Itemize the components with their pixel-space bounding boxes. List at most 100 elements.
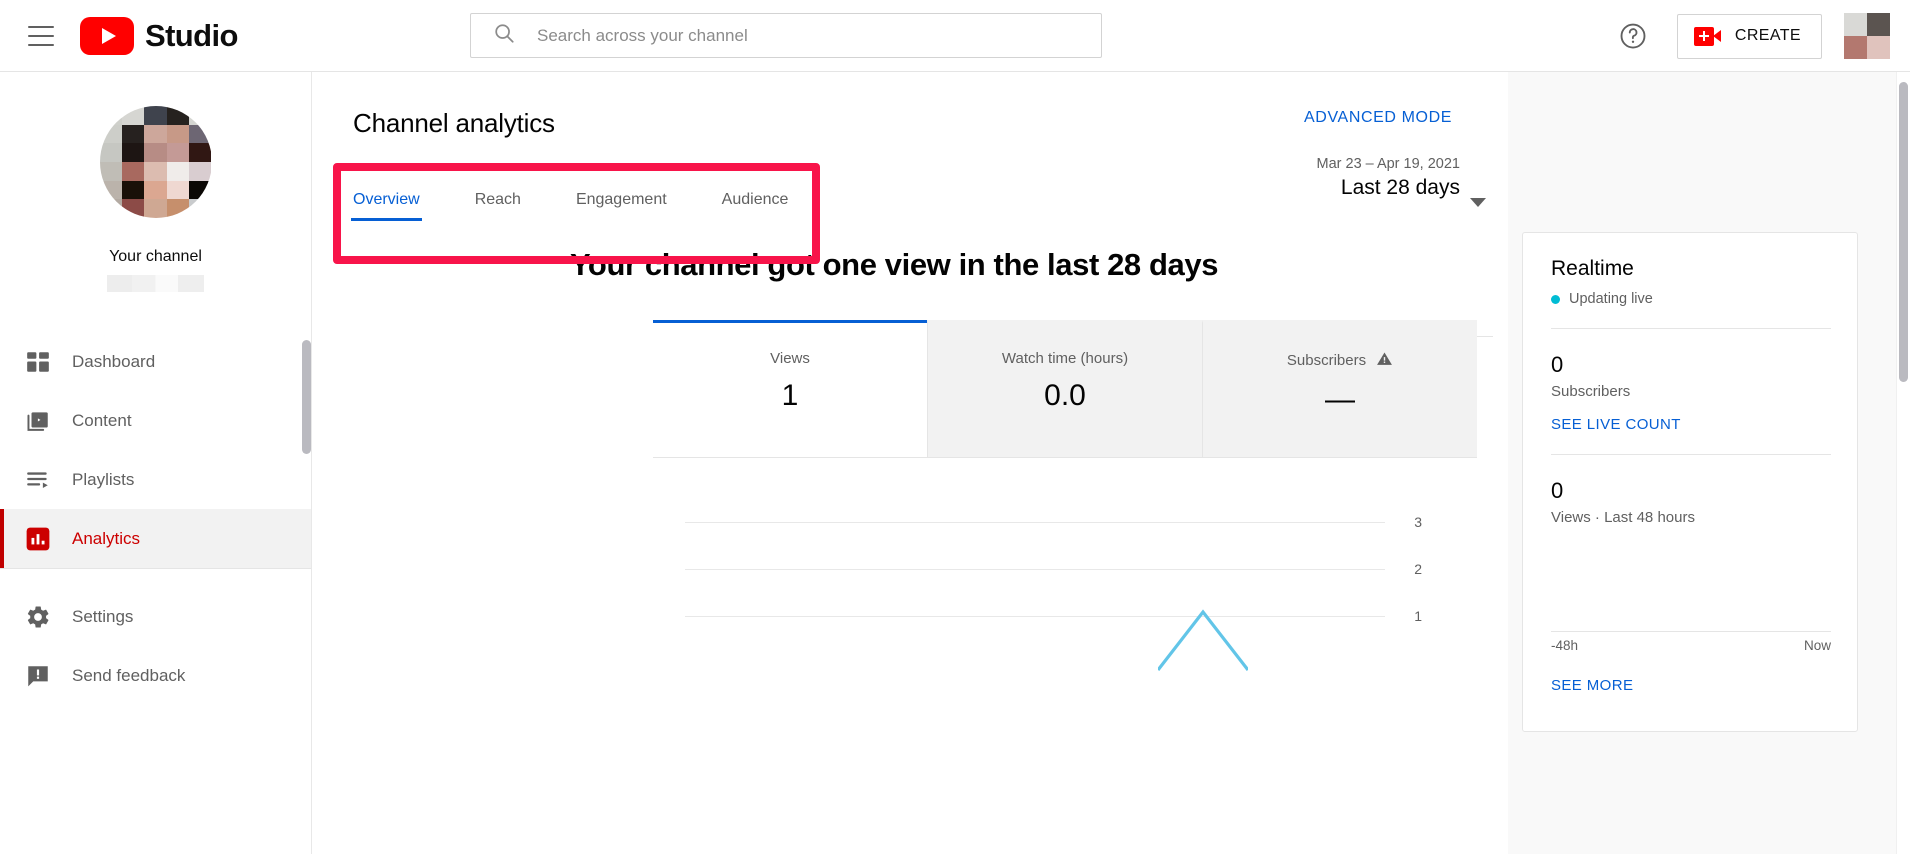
tab-label: Reach (474, 191, 521, 208)
metric-label: Subscribers (1203, 350, 1477, 371)
create-button[interactable]: CREATE (1676, 13, 1822, 59)
channel-avatar[interactable] (99, 106, 212, 218)
realtime-axis: -48h Now (1551, 638, 1831, 653)
realtime-subscribers-label: Subscribers (1551, 383, 1631, 400)
video-plus-icon (1693, 26, 1721, 46)
date-preset-text: Last 28 days (1340, 176, 1460, 199)
warning-icon[interactable] (1376, 350, 1393, 371)
gear-icon (25, 604, 61, 630)
chart-ytick: 3 (1414, 514, 1422, 530)
channel-label: Your channel (109, 248, 202, 265)
realtime-card: Realtime Updating live 0 Subscribers SEE… (1522, 232, 1858, 732)
divider (1551, 631, 1831, 632)
axis-label-right: Now (1803, 638, 1831, 653)
sidebar: Your channel Dashboard Content Playlists… (0, 72, 312, 854)
realtime-panel: Realtime Updating live 0 Subscribers SEE… (1508, 72, 1910, 854)
sidebar-item-settings[interactable]: Settings (0, 587, 311, 646)
content-video-icon (25, 408, 61, 434)
realtime-title: Realtime (1551, 257, 1634, 280)
chevron-down-icon[interactable] (1470, 198, 1486, 207)
chart-gridline (685, 522, 1385, 523)
youtube-play-icon (80, 16, 134, 55)
sidebar-item-label: Send feedback (72, 665, 186, 685)
see-live-count-link[interactable]: SEE LIVE COUNT (1551, 416, 1831, 433)
tab-label: Overview (353, 191, 420, 208)
live-status-label: Updating live (1569, 291, 1653, 307)
metric-label: Watch time (hours) (928, 350, 1202, 367)
page-scrollbar-thumb[interactable] (1899, 82, 1908, 382)
playlists-icon (25, 467, 61, 493)
chart-ytick: 2 (1414, 561, 1422, 577)
date-range-selector[interactable]: Mar 23 – Apr 19, 2021 Last 28 days (1150, 156, 1461, 200)
metric-card-subscribers[interactable]: Subscribers — (1202, 320, 1477, 457)
tab-engagement[interactable]: Engagement (576, 191, 667, 221)
metric-label-text: Views (770, 350, 810, 367)
metric-card-watch-time[interactable]: Watch time (hours) 0.0 (927, 320, 1202, 457)
analytics-panel: Channel analytics ADVANCED MODE Mar 23 –… (312, 72, 1508, 854)
views-chart[interactable]: 3 2 1 (653, 458, 1477, 718)
tab-overview[interactable]: Overview (351, 191, 422, 221)
tab-reach[interactable]: Reach (475, 191, 521, 221)
chart-ytick: 1 (1414, 608, 1422, 624)
search-input[interactable] (537, 25, 1101, 46)
see-more-link[interactable]: SEE MORE (1551, 677, 1831, 694)
analytics-tabs: Overview Reach Engagement Audience (351, 166, 853, 221)
avatar[interactable] (1844, 13, 1890, 59)
sidebar-nav: Dashboard Content Playlists Analytics Se… (0, 332, 311, 705)
metric-value: — (1325, 383, 1355, 416)
chart-line-series (1158, 609, 1248, 671)
chart-gridline (685, 569, 1385, 570)
metric-label-text: Watch time (hours) (1001, 350, 1129, 367)
page-scrollbar[interactable] (1896, 72, 1910, 854)
sidebar-item-playlists[interactable]: Playlists (0, 450, 311, 509)
tab-label: Engagement (575, 191, 667, 208)
channel-block: Your channel (0, 72, 311, 292)
realtime-live-status: Updating live (1551, 291, 1831, 307)
sidebar-item-content[interactable]: Content (0, 391, 311, 450)
channel-name-redacted (107, 275, 204, 292)
headline: Your channel got one view in the last 28… (569, 247, 1219, 282)
metric-value: 0.0 (1044, 379, 1086, 412)
metric-cards: Views 1 Watch time (hours) 0.0 Subscribe… (653, 320, 1477, 458)
create-button-label: CREATE (1734, 27, 1801, 44)
sidebar-item-label: Content (72, 410, 132, 430)
search-bar[interactable] (470, 13, 1102, 58)
realtime-subscribers-count: 0 (1551, 352, 1564, 377)
help-circle-icon[interactable] (1611, 14, 1655, 58)
sidebar-item-analytics[interactable]: Analytics (0, 509, 311, 568)
axis-label-left: -48h (1551, 638, 1579, 653)
top-bar: Studio CREATE (0, 0, 1910, 72)
tab-label: Audience (721, 191, 789, 208)
realtime-views-count: 0 (1551, 478, 1564, 503)
metric-card-views[interactable]: Views 1 (653, 320, 927, 457)
brand-label: Studio (145, 17, 238, 53)
main-content: Channel analytics ADVANCED MODE Mar 23 –… (312, 72, 1910, 854)
divider (1551, 454, 1831, 455)
metric-label: Views (653, 350, 927, 367)
date-range-text: Mar 23 – Apr 19, 2021 (1316, 156, 1461, 172)
feedback-icon (25, 663, 61, 689)
metric-value: 1 (781, 379, 799, 412)
analytics-bar-icon (25, 526, 61, 552)
search-icon (493, 22, 515, 49)
dashboard-icon (25, 349, 61, 375)
advanced-mode-link[interactable]: ADVANCED MODE (1304, 109, 1452, 127)
sidebar-item-label: Dashboard (72, 351, 156, 371)
hamburger-icon[interactable] (28, 25, 54, 46)
sidebar-item-label: Analytics (72, 528, 141, 548)
sidebar-item-label: Playlists (72, 469, 135, 489)
chart-gridline (685, 616, 1385, 617)
realtime-views-label: Views · Last 48 hours (1551, 509, 1695, 526)
sidebar-item-send-feedback[interactable]: Send feedback (0, 646, 311, 705)
sidebar-scrollbar-thumb[interactable] (302, 340, 311, 454)
sidebar-item-label: Settings (72, 606, 134, 626)
sidebar-item-dashboard[interactable]: Dashboard (0, 332, 311, 391)
live-dot-icon (1551, 294, 1560, 304)
realtime-sparkline (1551, 548, 1831, 610)
top-bar-actions: CREATE (1611, 0, 1910, 72)
youtube-studio-logo[interactable]: Studio (80, 16, 238, 55)
tab-audience[interactable]: Audience (722, 191, 789, 221)
metric-label-text: Subscribers (1286, 352, 1367, 369)
divider (1551, 328, 1831, 329)
